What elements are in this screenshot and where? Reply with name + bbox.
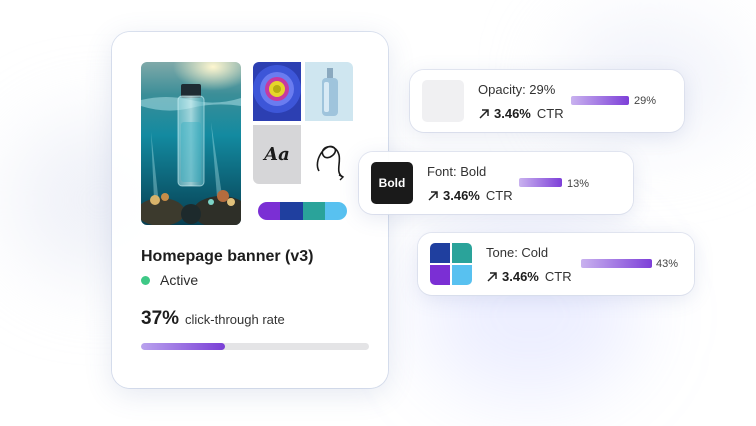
palette-swatch [280,202,303,220]
variant-share-label: 13% [567,178,590,190]
variant-card-opacity[interactable]: Opacity: 29% 3.46% CTR 29% [410,70,684,132]
variant-ctr-value: 3.46% [494,106,531,121]
arrow-up-right-icon [428,190,438,201]
ctr-label: click-through rate [185,312,285,327]
palette-swatch [258,202,281,220]
ctr-progress-bar [141,343,369,350]
tone-thumbnail [430,243,472,285]
variant-ctr: 3.46% CTR [427,188,513,203]
variant-ctr: 3.46% CTR [486,269,572,284]
opacity-thumbnail [422,80,464,122]
variant-card-font[interactable]: Bold Font: Bold 3.46% CTR 13% [359,152,633,214]
variant-share-label: 29% [634,95,657,107]
palette-swatch [324,202,347,220]
typeface-sample: Aa [253,125,301,184]
creative-card[interactable]: Aa Homepage banner (v3) Active 37% click… [112,32,388,388]
variant-label: Font: Bold [427,164,487,179]
variant-share-label: 43% [656,258,679,270]
creative-title: Homepage banner (v3) [141,248,314,265]
variant-label: Opacity: 29% [478,82,556,97]
ctr-summary: 37% click-through rate [141,308,285,330]
color-palette [258,202,347,220]
shape-sample [305,125,353,184]
variant-share-bar [571,96,629,105]
product-photo [141,62,241,225]
variant-share-bar [519,178,562,187]
variant-share-bar [581,259,652,268]
ctr-value: 37% [141,308,180,329]
variant-ctr: 3.46% CTR [478,106,564,121]
variant-ctr-value: 3.46% [502,269,539,284]
status-dot-icon [141,275,150,285]
tone-swatch [452,243,472,263]
variant-grid: Aa [253,62,353,184]
tone-swatch [430,265,450,285]
variant-ctr-value: 3.46% [443,188,480,203]
variant-label: Tone: Cold [486,245,549,260]
bottle-image [305,62,353,121]
arrow-up-right-icon [487,271,497,282]
variant-ctr-suffix: CTR [544,269,572,284]
status-indicator: Active [141,272,198,288]
flower-image [253,62,301,121]
palette-swatch [302,202,325,220]
tone-swatch [430,243,450,263]
arrow-up-right-icon [479,108,489,119]
tone-swatch [452,265,472,285]
status-label: Active [160,272,199,288]
variant-ctr-suffix: CTR [536,106,564,121]
variant-ctr-suffix: CTR [485,188,513,203]
ctr-progress-fill [141,343,226,350]
font-thumbnail: Bold [371,162,413,204]
font-thumbnail-text: Bold [378,176,406,190]
variant-card-tone[interactable]: Tone: Cold 3.46% CTR 43% [418,233,694,295]
